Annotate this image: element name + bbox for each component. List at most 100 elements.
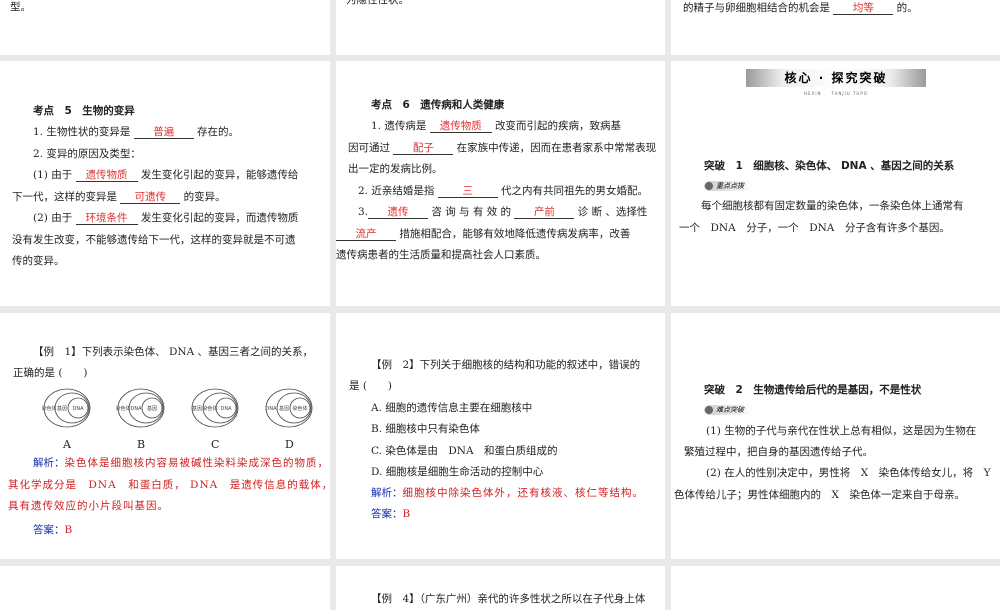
text-line: A. 细胞的遗传信息主要在细胞核中 — [371, 401, 532, 415]
text-line: 色体传给儿子；男性体细胞内的 X 染色体一定来自于母亲。 — [674, 488, 965, 502]
diagram-label: DNA — [72, 406, 84, 412]
text: 2. 变异的原因及类型： — [33, 148, 141, 160]
text-line: 【例 1】下列表示染色体、 DNA 、基因三者之间的关系， — [33, 345, 313, 359]
section-heading: 突破 2 生物遗传给后代的是基因，不是性状 — [704, 384, 922, 396]
text: 正确的是 ( ) — [13, 367, 88, 379]
slide-thumbnail[interactable]: 考点 5 生物的变异 1. 生物性状的变异是 普遍 存在的。 2. 变异的原因及类型… — [0, 61, 330, 306]
slide-thumbnail[interactable]: 为隐性性状。 — [336, 0, 665, 55]
section-heading: 考点 5 生物的变异 — [33, 105, 135, 117]
slide-thumbnail[interactable]: 【例 4】（广东广州）亲代的许多性状之所以在子代身上体 — [336, 566, 665, 610]
diagram-label: 基因 — [192, 405, 202, 412]
text-line: 传的变异。 — [12, 254, 65, 268]
text-line: 答案：B — [33, 523, 73, 537]
text: C. 染色体是由 DNA 和蛋白质组成的 — [371, 445, 558, 457]
text-line: 1. 遗传病是 遗传物质 改变而引起的疾病，致病基 — [371, 119, 621, 133]
fill-in-answer: 遗传 — [368, 206, 429, 219]
text-line: (2) 在人的性别决定中，男性将 X 染色体传给女儿，将 Y 染 — [706, 466, 1000, 480]
text: 存在的。 — [193, 126, 240, 138]
analysis-label: 答案： — [33, 524, 65, 536]
venn-diagram: 染色体 基因 DNA — [42, 388, 91, 428]
text: 一个 DNA 分子，一个 DNA 分子含有许多个基因。 — [679, 222, 950, 234]
analysis-label: 解析： — [33, 457, 65, 469]
text: 的精子与卵细胞相结合的机会是 — [683, 2, 834, 14]
text-line: 答案：B — [371, 507, 411, 521]
text: (1) 由于 — [33, 169, 76, 181]
text-line: 一个 DNA 分子，一个 DNA 分子含有许多个基因。 — [679, 221, 950, 235]
text-line: 遗传病患者的生活质量和提高社会人口素质。 — [336, 248, 546, 262]
text-line: 出一定的发病比例。 — [348, 162, 443, 176]
fill-in-answer: 配子 — [393, 142, 454, 155]
option-label: D — [285, 438, 294, 451]
analysis-text: 具有遗传效应的小片段叫基因。 — [8, 500, 169, 512]
text: 出一定的发病比例。 — [348, 163, 443, 175]
text: 遗传病患者的生活质量和提高社会人口素质。 — [336, 249, 546, 261]
text: B. 细胞核中只有染色体 — [371, 423, 480, 435]
section-heading: 突破 1 细胞核、染色体、 DNA 、基因之间的关系 — [704, 160, 955, 172]
diagram-label: 染色体 — [292, 405, 307, 412]
fill-in-answer: 遗传物质 — [429, 120, 492, 133]
diagram-label: DNA — [220, 406, 232, 412]
text: 的。 — [893, 2, 918, 14]
text-line: 的精子与卵细胞相结合的机会是 均等 的。 — [683, 1, 918, 15]
slide-thumbnail[interactable]: 核心 · 探究突破 HEXIN TANJIU TUPO 重点点拨 突破 1 细胞核、染… — [671, 61, 1000, 306]
text: 每个细胞核都有固定数量的染色体，一条染色体上通常有 — [701, 200, 964, 212]
text-line: 繁殖过程中，把自身的基因遗传给子代。 — [684, 445, 873, 459]
text-line: 具有遗传效应的小片段叫基因。 — [8, 499, 169, 513]
text-line: (1) 生物的子代与亲代在性状上总有相似，这是因为生物在 — [706, 424, 976, 438]
slide-thumbnail[interactable]: 的精子与卵细胞相结合的机会是 均等 的。 — [671, 0, 1000, 55]
analysis-text: 其化学成分是 DNA 和蛋白质， DNA 是遗传信息的载体，其上 — [8, 479, 330, 491]
diagram-label: 染色体 — [116, 405, 131, 412]
diagram-label: 基因 — [279, 405, 289, 412]
text: 诊 断 、选择性 — [574, 206, 648, 218]
analysis-text: B — [402, 508, 412, 520]
text-line: 考点 5 生物的变异 — [33, 104, 135, 118]
slide-thumbnail[interactable]: 考点 6 遗传病和人类健康 1. 遗传病是 遗传物质 改变而引起的疾病，致病基因可… — [336, 61, 665, 306]
option-label: B — [137, 438, 146, 451]
analysis-text: 染色体是细胞核内容易被碱性染料染成深色的物质， — [64, 457, 329, 469]
text-line: 为隐性性状。 — [346, 0, 409, 7]
text-line: 突破 2 生物遗传给后代的是基因，不是性状 — [704, 383, 921, 397]
option-label: A — [63, 438, 71, 451]
text: 1. 遗传病是 — [371, 120, 430, 132]
text: 改变而引起的疾病，致病基 — [491, 120, 622, 132]
slide-thumbnail[interactable]: 【例 1】下列表示染色体、 DNA 、基因三者之间的关系， 正确的是 ( ) 解析：… — [0, 313, 330, 559]
fill-in-answer: 遗传物质 — [75, 169, 138, 182]
analysis-label: 解析： — [371, 487, 403, 499]
text-line: 解析：细胞核中除染色体外，还有核液、核仁等结构。 — [371, 486, 644, 500]
text: 传的变异。 — [12, 255, 65, 267]
analysis-label: 答案： — [371, 508, 403, 520]
text-line: 2. 变异的原因及类型： — [33, 147, 141, 161]
fill-in-answer: 流产 — [336, 228, 396, 241]
slide-thumbnail[interactable]: 型。 — [0, 0, 330, 55]
text-line: (1) 由于 遗传物质 发生变化引起的变异，能够遗传给 — [33, 168, 298, 182]
text-line: 解析：染色体是细胞核内容易被碱性染料染成深色的物质， — [33, 456, 329, 470]
text: 【例 4】（广东广州）亲代的许多性状之所以在子代身上体 — [371, 593, 646, 605]
diagram-label: DNA — [265, 406, 277, 412]
text-line: 3. 遗传 咨 询 与 有 效 的 产前 诊 断 、选择性 — [358, 205, 647, 219]
text-line: 其化学成分是 DNA 和蛋白质， DNA 是遗传信息的载体，其上 — [8, 478, 330, 492]
text-line: 【例 4】（广东广州）亲代的许多性状之所以在子代身上体 — [371, 592, 645, 606]
fill-in-answer: 均等 — [833, 2, 894, 15]
section-heading: 考点 6 遗传病和人类健康 — [371, 99, 505, 111]
slide-thumbnail[interactable] — [671, 566, 1000, 610]
text: 型。 — [10, 1, 31, 13]
text: D. 细胞核是细胞生命活动的控制中心 — [371, 466, 544, 478]
text: 因可通过 — [348, 142, 394, 154]
slide-thumbnail[interactable] — [0, 566, 330, 610]
fill-in-answer: 三 — [437, 185, 498, 198]
text-line: 没有发生改变，不能够遗传给下一代，这样的变异就是不可遗 — [12, 233, 296, 247]
fill-in-answer: 普遍 — [133, 126, 194, 139]
diagram-label: 染色体 — [202, 405, 217, 412]
fill-in-answer: 产前 — [514, 206, 575, 219]
text: 的变异。 — [180, 191, 226, 203]
venn-diagram: 染色体 DNA 基因 — [116, 388, 165, 428]
text: 发生变化引起的变异，而遗传物质 — [137, 212, 299, 224]
text-line: 因可通过 配子 在家族中传递，因而在患者家系中常常表现 — [348, 141, 656, 155]
text-line: 2. 近亲结婚是指 三 代之内有共同祖先的男女婚配。 — [358, 184, 648, 198]
text-line: 是 ( ) — [349, 379, 392, 393]
text-line: C. 染色体是由 DNA 和蛋白质组成的 — [371, 444, 558, 458]
text: (1) 生物的子代与亲代在性状上总有相似，这是因为生物在 — [706, 425, 977, 437]
text: 是 ( ) — [349, 380, 393, 392]
slide-thumbnail[interactable]: 【例 2】下列关于细胞核的结构和功能的叙述中，错误的是 ( ) A. 细胞的遗传信… — [336, 313, 665, 559]
slide-thumbnail[interactable]: 难点突破 突破 2 生物遗传给后代的是基因，不是性状 (1) 生物的子代与亲代在性状… — [671, 313, 1000, 559]
